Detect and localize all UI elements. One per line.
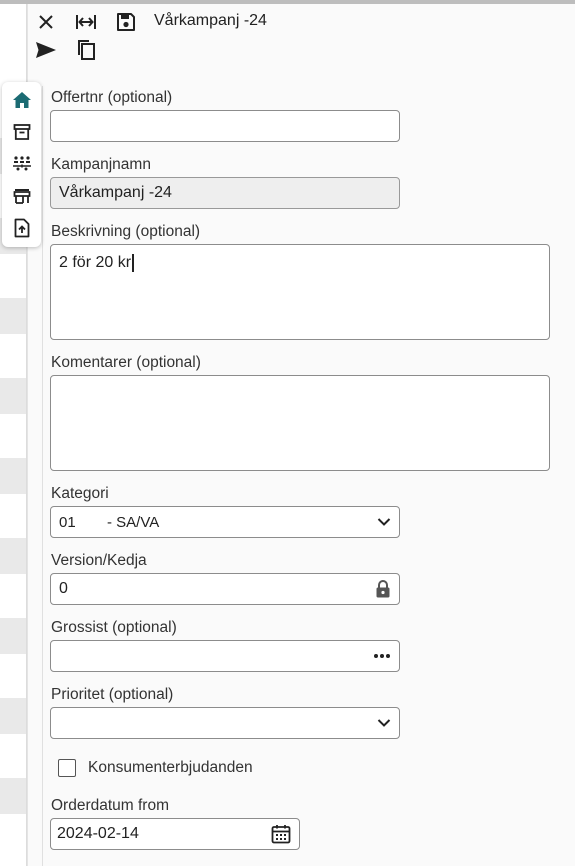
- kategori-select[interactable]: 01 - SA/VA: [50, 506, 400, 538]
- background-row: [0, 378, 26, 414]
- background-row: [0, 698, 26, 734]
- offertnr-input[interactable]: [50, 110, 400, 142]
- kampanjnamn-input[interactable]: Vårkampanj -24: [50, 177, 400, 209]
- chevron-down-icon: [377, 718, 391, 728]
- background-row: [0, 618, 26, 654]
- background-row: [0, 778, 26, 814]
- beskrivning-textarea[interactable]: 2 för 20 kr: [50, 244, 550, 340]
- version-label: Version/Kedja: [51, 552, 147, 569]
- orderdatum-label: Orderdatum from: [51, 797, 170, 814]
- beskrivning-value: 2 för 20 kr: [59, 254, 132, 271]
- kampanjnamn-value: Vårkampanj -24: [59, 184, 172, 201]
- background-row: [0, 458, 26, 494]
- hierarchy-icon[interactable]: [10, 152, 34, 176]
- version-input[interactable]: 0: [50, 573, 400, 605]
- archive-icon[interactable]: [10, 120, 34, 144]
- more-options-icon[interactable]: [373, 653, 391, 659]
- upload-icon[interactable]: [10, 216, 34, 240]
- lock-icon: [375, 580, 391, 599]
- fit-width-icon[interactable]: [74, 10, 98, 34]
- background-row: [0, 298, 26, 334]
- komentarer-textarea[interactable]: [50, 375, 550, 471]
- send-icon[interactable]: [34, 38, 58, 62]
- content-divider: [42, 86, 43, 866]
- grossist-label: Grossist (optional): [51, 619, 177, 636]
- close-icon[interactable]: [34, 10, 58, 34]
- home-icon[interactable]: [10, 88, 34, 112]
- kategori-label: Kategori: [51, 485, 109, 502]
- grossist-input[interactable]: [50, 640, 400, 672]
- prioritet-label: Prioritet (optional): [51, 686, 174, 703]
- komentarer-label: Komentarer (optional): [51, 354, 201, 371]
- chevron-down-icon: [377, 517, 391, 527]
- save-icon[interactable]: [114, 10, 138, 34]
- orderdatum-input[interactable]: 2024-02-14: [50, 818, 300, 850]
- store-icon[interactable]: [10, 184, 34, 208]
- kategori-code: 01: [59, 513, 76, 531]
- kategori-name: - SA/VA: [107, 513, 160, 531]
- background-row: [0, 538, 26, 574]
- version-value: 0: [59, 580, 68, 597]
- konsument-checkbox[interactable]: [58, 759, 76, 777]
- kampanjnamn-label: Kampanjnamn: [51, 156, 151, 173]
- text-cursor: [132, 254, 134, 272]
- beskrivning-label: Beskrivning (optional): [51, 223, 201, 240]
- offertnr-label: Offertnr (optional): [51, 89, 173, 106]
- orderdatum-value: 2024-02-14: [57, 825, 139, 842]
- konsument-label: Konsumenterbjudanden: [88, 759, 253, 776]
- prioritet-select[interactable]: [50, 707, 400, 739]
- copy-icon[interactable]: [74, 38, 98, 62]
- calendar-icon[interactable]: [271, 824, 291, 844]
- page-title: Vårkampanj -24: [154, 12, 267, 29]
- side-navigation: [2, 82, 41, 247]
